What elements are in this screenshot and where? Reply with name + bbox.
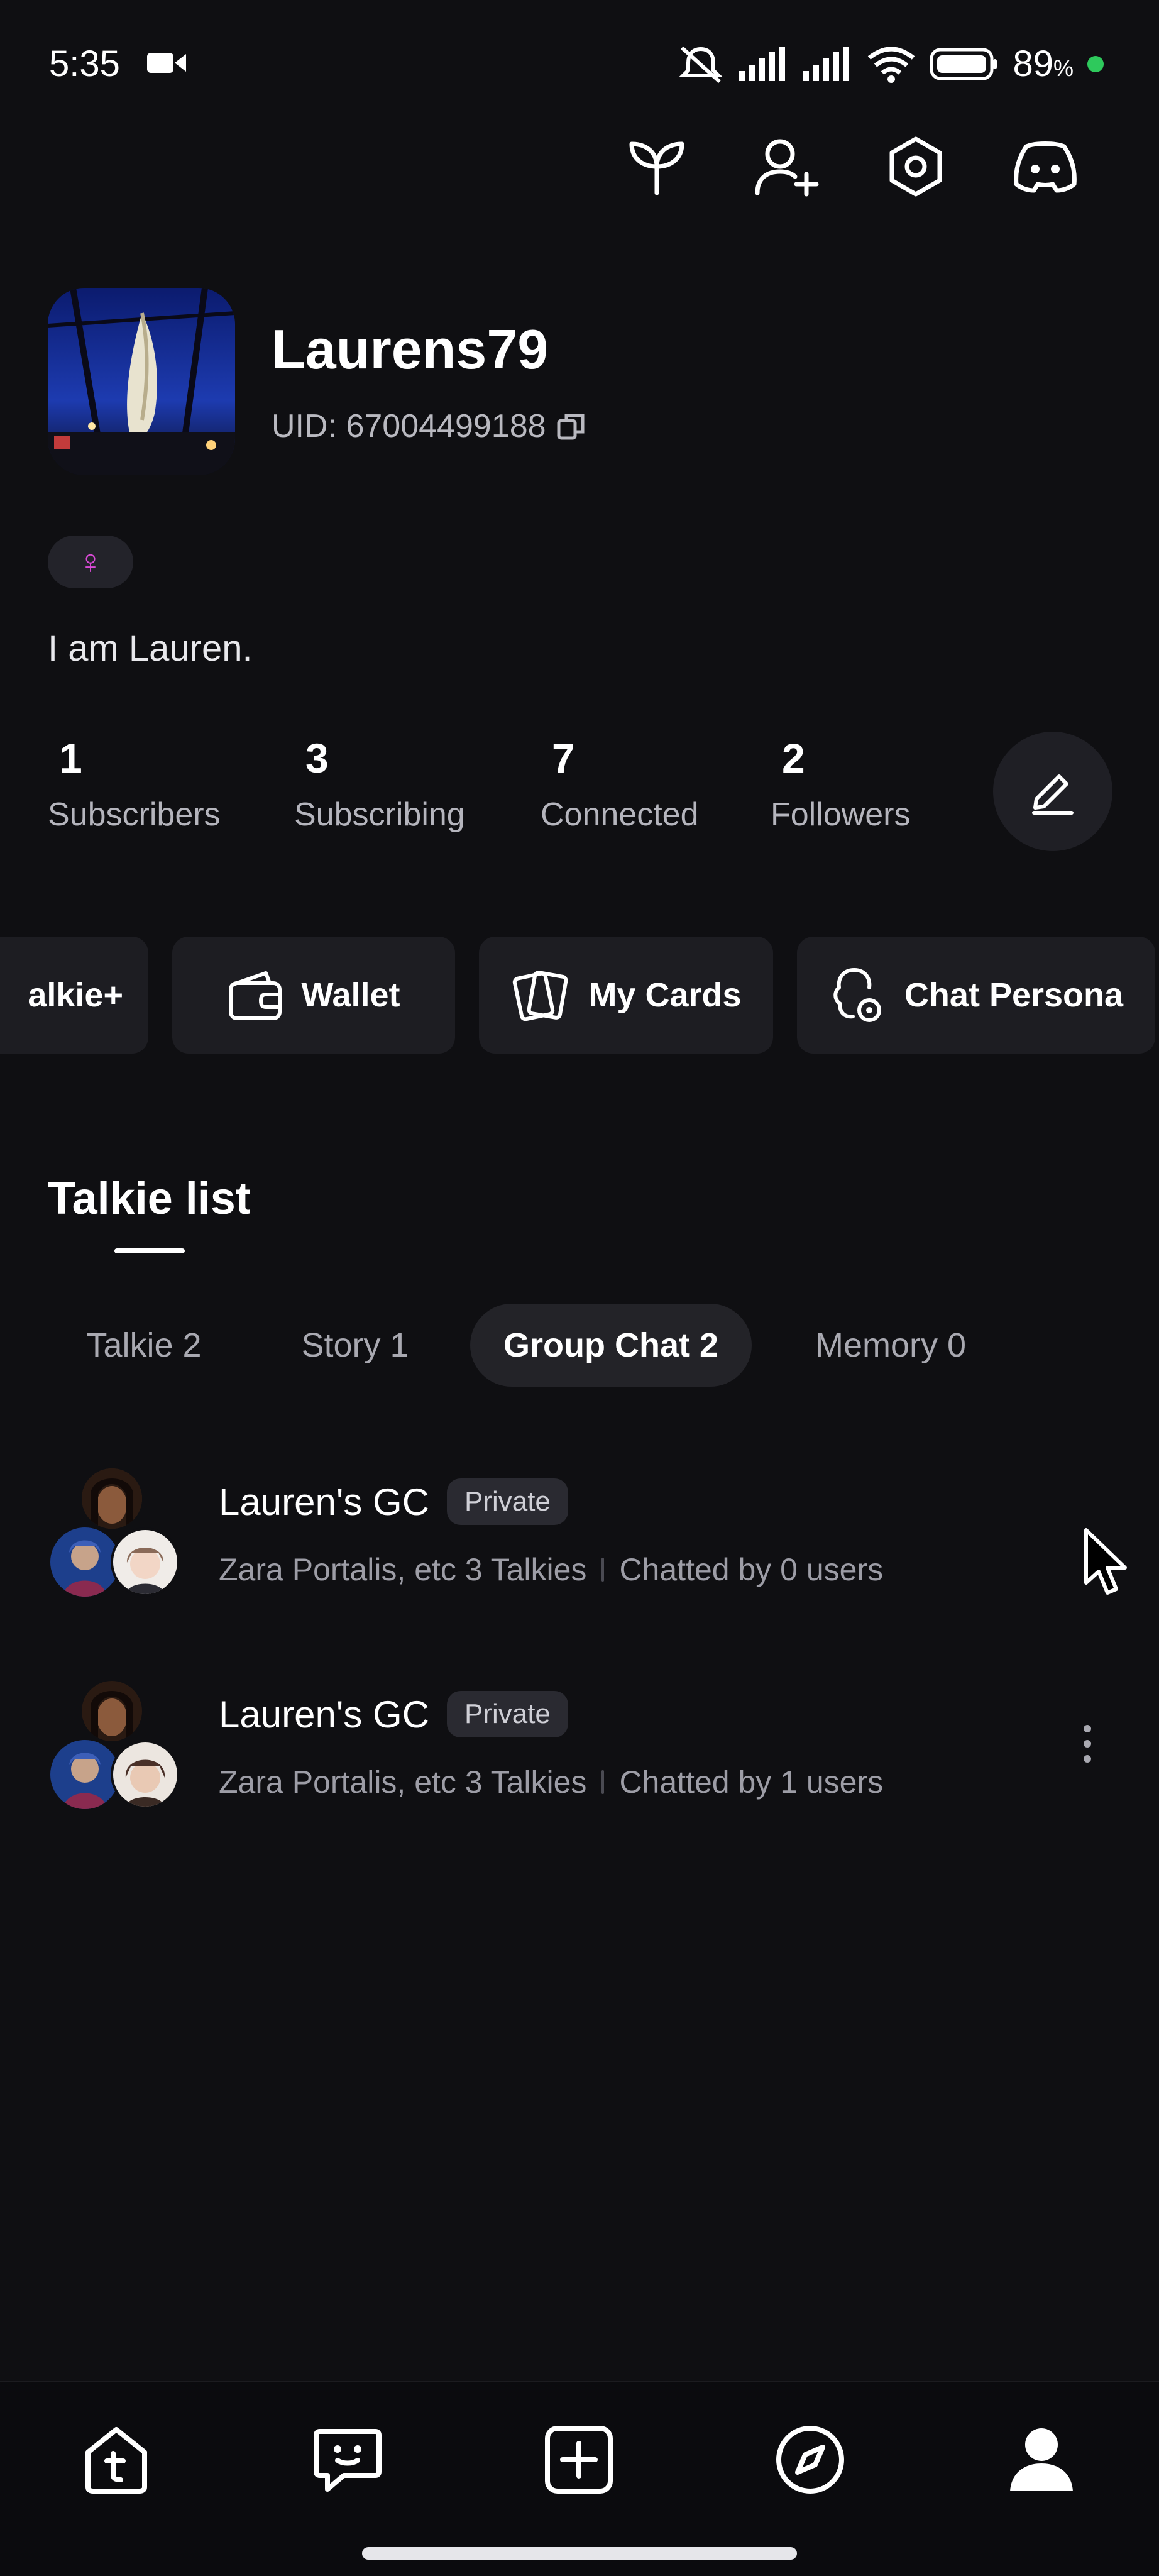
mouse-cursor-icon — [1082, 1527, 1133, 1597]
card-label: Wallet — [301, 976, 400, 1014]
sprout-icon[interactable] — [622, 132, 691, 201]
profile-icon[interactable] — [1001, 2419, 1082, 2501]
group-title: Lauren's GC — [219, 1693, 429, 1736]
avatar — [111, 1527, 180, 1597]
group-title-row[interactable]: Lauren's GC Private — [219, 1478, 568, 1525]
home-indicator[interactable] — [362, 2547, 797, 2560]
group-avatars[interactable] — [50, 1468, 189, 1597]
stat-value: 2 — [782, 735, 805, 781]
signal-icon — [803, 47, 853, 81]
group-title: Lauren's GC — [219, 1480, 429, 1523]
stat-label: Followers — [771, 796, 911, 833]
battery-charge-dot — [1087, 55, 1104, 72]
group-avatars[interactable] — [50, 1681, 189, 1809]
stat-subscribing[interactable]: 3 Subscribing — [294, 734, 465, 834]
discord-icon[interactable] — [1011, 132, 1080, 201]
divider — [601, 1770, 605, 1794]
stat-label: Subscribing — [294, 796, 465, 833]
wallet-card[interactable]: Wallet — [172, 937, 455, 1054]
group-chatted: Chatted by 1 users — [619, 1764, 884, 1800]
section-underline — [114, 1248, 185, 1253]
home-icon[interactable] — [75, 2419, 157, 2501]
stat-subscribers[interactable]: 1 Subscribers — [48, 734, 221, 834]
battery-percent: 89 — [1013, 43, 1053, 84]
create-icon[interactable] — [538, 2419, 620, 2501]
gender-badge: ♀ — [48, 536, 133, 588]
divider — [601, 1558, 605, 1582]
stat-label: Subscribers — [48, 796, 221, 833]
settings-icon[interactable] — [881, 132, 950, 201]
private-badge: Private — [446, 1478, 568, 1525]
uid-row: UID: 67004499188 — [272, 407, 586, 445]
persona-icon — [829, 964, 887, 1027]
stat-value: 3 — [305, 735, 329, 781]
stat-connected[interactable]: 7 Connected — [541, 734, 699, 834]
battery-unit: % — [1053, 55, 1074, 81]
avatar — [111, 1740, 180, 1809]
cards-icon — [510, 967, 571, 1023]
card-label: alkie+ — [28, 976, 123, 1014]
section-title: Talkie list — [48, 1174, 251, 1224]
card-label: Chat Persona — [904, 976, 1124, 1014]
signal-icon — [739, 47, 789, 81]
uid-text: UID: 67004499188 — [272, 408, 546, 444]
wallet-icon — [227, 968, 283, 1022]
chat-persona-card[interactable]: Chat Persona — [797, 937, 1155, 1054]
private-badge: Private — [446, 1691, 568, 1737]
username: Laurens79 — [272, 318, 549, 380]
avatar — [50, 1527, 119, 1597]
group-members: Zara Portalis, etc 3 Talkies — [219, 1552, 587, 1587]
pencil-icon — [1028, 766, 1078, 817]
group-subtitle: Zara Portalis, etc 3 Talkies Chatted by … — [219, 1551, 883, 1588]
battery-icon — [930, 48, 999, 80]
tab-talkie[interactable]: Talkie 2 — [60, 1304, 228, 1387]
tab-group-chat[interactable]: Group Chat 2 — [470, 1304, 752, 1387]
video-record-icon — [147, 50, 187, 75]
group-members: Zara Portalis, etc 3 Talkies — [219, 1764, 587, 1800]
stat-value: 1 — [59, 735, 82, 781]
group-title-row[interactable]: Lauren's GC Private — [219, 1691, 568, 1737]
avatar — [50, 1740, 119, 1809]
group-subtitle: Zara Portalis, etc 3 Talkies Chatted by … — [219, 1764, 883, 1800]
talkie-plus-card[interactable]: alkie+ — [0, 937, 148, 1054]
stat-label: Connected — [541, 796, 699, 833]
avatar — [82, 1681, 142, 1741]
my-cards-card[interactable]: My Cards — [479, 937, 773, 1054]
edit-profile-button[interactable] — [993, 732, 1112, 851]
stat-followers[interactable]: 2 Followers — [771, 734, 911, 834]
status-time: 5:35 — [49, 43, 120, 84]
copy-icon[interactable] — [555, 410, 586, 442]
profile-bio: I am Lauren. — [48, 628, 253, 669]
status-icons: 89% — [677, 43, 1104, 85]
explore-icon[interactable] — [769, 2419, 851, 2501]
avatar[interactable] — [48, 288, 235, 475]
card-label: My Cards — [588, 976, 742, 1014]
mute-icon — [677, 44, 725, 84]
avatar — [82, 1468, 142, 1529]
stat-value: 7 — [552, 735, 575, 781]
more-options-icon[interactable] — [1068, 1706, 1106, 1781]
messages-icon[interactable] — [307, 2419, 388, 2501]
tab-memory[interactable]: Memory 0 — [789, 1304, 992, 1387]
tab-story[interactable]: Story 1 — [277, 1304, 434, 1387]
wifi-icon — [867, 45, 916, 83]
add-friend-icon[interactable] — [752, 132, 821, 201]
group-chatted: Chatted by 0 users — [619, 1552, 884, 1587]
